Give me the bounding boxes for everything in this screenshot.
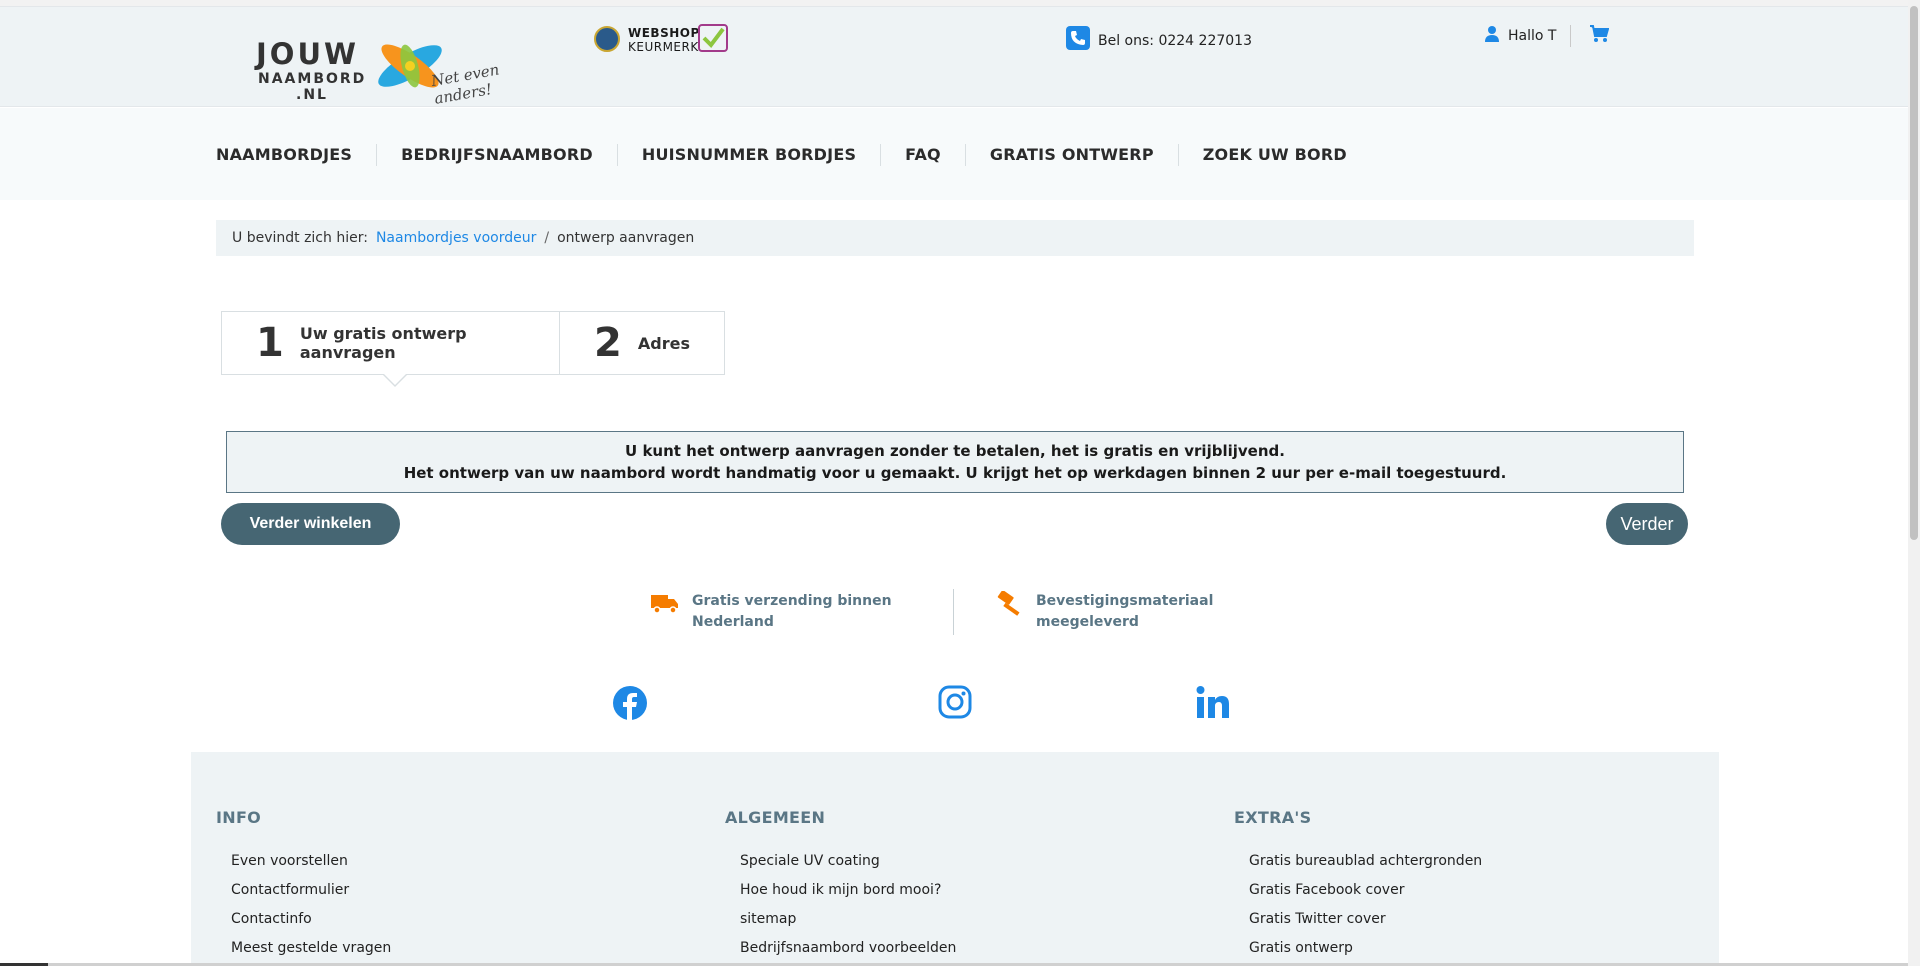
breadcrumb: U bevindt zich hier: Naambordjes voordeu… (216, 220, 1694, 256)
logo-line-1: JOUW (256, 37, 359, 71)
truck-icon (650, 591, 680, 619)
usp-free-shipping: Gratis verzending binnen Nederland (650, 591, 892, 633)
nav-item-zoek-uw-bord[interactable]: ZOEK UW BORD (1177, 144, 1371, 166)
site-footer: INFO Even voorstellen Contactformulier C… (191, 752, 1719, 966)
logo-tagline: Net even anders! (429, 60, 501, 108)
usp-1-line-1: Gratis verzending binnen (692, 593, 892, 609)
logo-line-2: NAAMBORD (258, 71, 367, 87)
checkout-steps: 1 Uw gratis ontwerp aanvragen 2 Adres (221, 311, 725, 375)
footer-link[interactable]: Even voorstellen (231, 847, 391, 876)
footer-column-info: INFO Even voorstellen Contactformulier C… (216, 808, 391, 963)
cart-icon[interactable] (1589, 25, 1610, 47)
site-header: JOUW NAAMBORD .NL Net even anders! WEBSH… (0, 7, 1908, 108)
footer-link[interactable]: Speciale UV coating (740, 847, 956, 876)
usp-mounting-material: Bevestigingsmateriaal meegeleverd (996, 590, 1214, 633)
footer-link[interactable]: Contactinfo (231, 905, 391, 934)
user-greeting[interactable]: Hallo T (1508, 28, 1556, 44)
instagram-icon[interactable] (938, 685, 972, 723)
breadcrumb-link-naambordjes-voordeur[interactable]: Naambordjes voordeur (376, 230, 536, 246)
notice-line-2: Het ontwerp van uw naambord wordt handma… (403, 464, 1507, 482)
breadcrumb-current: ontwerp aanvragen (557, 230, 695, 246)
scrollbar-thumb[interactable] (1910, 6, 1918, 540)
keurmerk-line-2: KEURMERK (628, 40, 699, 54)
hammer-icon (996, 590, 1024, 623)
footer-link[interactable]: Contactformulier (231, 876, 391, 905)
footer-column-algemeen: ALGEMEEN Speciale UV coating Hoe houd ik… (725, 808, 956, 963)
footer-link[interactable]: Gratis ontwerp (1249, 934, 1482, 963)
footer-link[interactable]: Gratis bureaublad achtergronden (1249, 847, 1482, 876)
webshop-keurmerk-badge[interactable]: WEBSHOP KEURMERK (594, 24, 734, 56)
facebook-icon[interactable] (612, 685, 648, 725)
phone-icon (1066, 26, 1090, 50)
footer-column-title: EXTRA'S (1234, 808, 1312, 827)
checkmark-icon (698, 24, 728, 52)
site-logo[interactable]: JOUW NAAMBORD .NL Net even anders! (256, 21, 560, 108)
usp-divider (953, 589, 954, 635)
nav-item-faq[interactable]: FAQ (880, 144, 965, 166)
step-1[interactable]: 1 Uw gratis ontwerp aanvragen (222, 312, 559, 374)
footer-column-title: ALGEMEEN (725, 808, 826, 827)
main-navigation: NAAMBORDJES BEDRIJFSNAAMBORD HUISNUMMER … (0, 108, 1908, 200)
breadcrumb-prefix: U bevindt zich hier: (232, 230, 368, 246)
usp-2-line-1: Bevestigingsmateriaal (1036, 593, 1214, 609)
keurmerk-line-1: WEBSHOP (628, 26, 700, 40)
footer-column-extras: EXTRA'S Gratis bureaublad achtergronden … (1234, 808, 1482, 963)
nav-item-bedrijfsnaambord[interactable]: BEDRIJFSNAAMBORD (376, 144, 617, 166)
phone-number: Bel ons: 0224 227013 (1098, 33, 1252, 49)
next-button[interactable]: Verder (1606, 503, 1688, 545)
step-2[interactable]: 2 Adres (559, 312, 724, 374)
continue-shopping-button[interactable]: Verder winkelen (221, 503, 400, 545)
footer-link[interactable]: sitemap (740, 905, 956, 934)
active-step-indicator-inner (384, 374, 406, 385)
step-1-number: 1 (256, 320, 284, 366)
footer-link[interactable]: Gratis Twitter cover (1249, 905, 1482, 934)
footer-column-title: INFO (216, 808, 262, 827)
step-2-label: Adres (637, 333, 690, 353)
user-area: Hallo T (1484, 25, 1610, 47)
footer-link[interactable]: Hoe houd ik mijn bord mooi? (740, 876, 956, 905)
phone-contact[interactable]: Bel ons: 0224 227013 (1066, 26, 1252, 50)
footer-link[interactable]: Gratis Facebook cover (1249, 876, 1482, 905)
vertical-scrollbar[interactable] (1908, 0, 1920, 966)
notice-line-1: U kunt het ontwerp aanvragen zonder te b… (625, 442, 1285, 460)
footer-link[interactable]: Bedrijfsnaambord voorbeelden (740, 934, 956, 963)
logo-line-3: .NL (296, 87, 328, 103)
breadcrumb-separator: / (544, 230, 550, 246)
info-notice: U kunt het ontwerp aanvragen zonder te b… (226, 431, 1684, 493)
nav-item-huisnummer-bordjes[interactable]: HUISNUMMER BORDJES (616, 144, 880, 166)
nav-item-naambordjes[interactable]: NAAMBORDJES (216, 144, 376, 166)
step-1-label: Uw gratis ontwerp aanvragen (299, 324, 467, 362)
header-divider (1570, 25, 1572, 47)
nav-item-gratis-ontwerp[interactable]: GRATIS ONTWERP (964, 144, 1178, 166)
footer-link[interactable]: Meest gestelde vragen (231, 934, 391, 963)
user-icon[interactable] (1484, 25, 1500, 47)
keurmerk-seal-icon (594, 26, 620, 52)
usp-1-line-2: Nederland (692, 614, 774, 630)
step-2-number: 2 (594, 320, 622, 366)
browser-top-edge (0, 0, 1920, 7)
usp-2-line-2: meegeleverd (1036, 614, 1139, 630)
linkedin-icon[interactable] (1196, 685, 1230, 723)
